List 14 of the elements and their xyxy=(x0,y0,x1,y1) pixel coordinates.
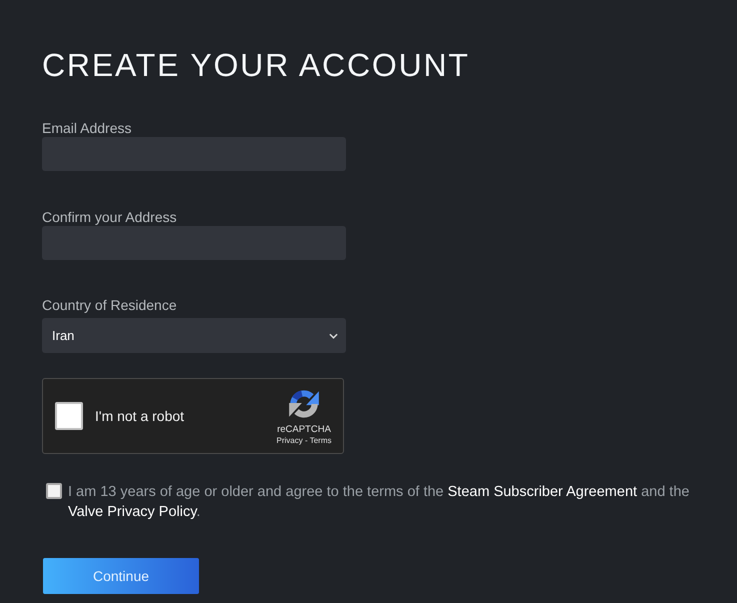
agreement-checkbox[interactable] xyxy=(46,483,62,499)
link[interactable]: Valve Privacy Policy xyxy=(68,504,196,520)
field-label: Email Address xyxy=(42,119,132,137)
link[interactable]: Steam Subscriber Agreement xyxy=(448,484,638,500)
page-title: CREATE YOUR ACCOUNT xyxy=(42,46,470,85)
captcha-footer-links[interactable]: Privacy - Terms xyxy=(276,436,332,446)
field-label: Country of Residence xyxy=(42,296,177,314)
captcha-checkbox[interactable] xyxy=(55,402,83,430)
select-field[interactable]: Iran xyxy=(42,318,346,353)
captcha-label: I'm not a robot xyxy=(95,408,184,424)
chevron-down-icon xyxy=(329,332,338,338)
agreement-text: I am 13 years of age or older and agree to the terms of the Steam Subscriber Agreement and the Valve Privacy Policy. xyxy=(68,483,690,522)
field-label: Confirm your Address xyxy=(42,208,177,226)
captcha-brand-text: reCAPTCHA xyxy=(277,424,331,436)
